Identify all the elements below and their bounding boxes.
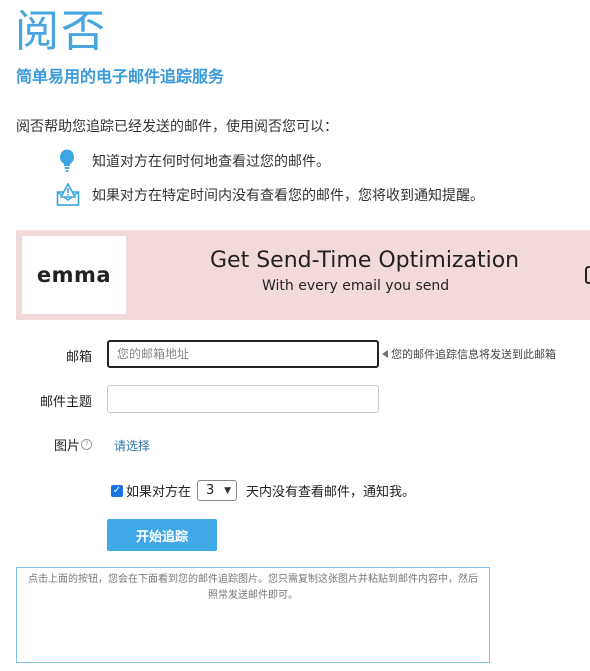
ad-next-icon <box>585 266 590 284</box>
alert-mail-icon <box>56 182 80 207</box>
ad-subline: With every email you send <box>262 278 450 294</box>
help-icon[interactable]: ? <box>81 439 92 450</box>
subject-input[interactable] <box>107 385 379 413</box>
ad-banner[interactable]: emma Get Send-Time Optimization With eve… <box>16 230 590 320</box>
feature-item-notify: 如果对方在特定时间内没有查看您的邮件，您将收到通知提醒。 <box>56 182 484 207</box>
email-label: 邮箱 <box>65 350 92 365</box>
tracking-image-output[interactable] <box>16 567 490 663</box>
email-input[interactable] <box>107 340 379 368</box>
notify-days-value: 3 <box>206 483 215 498</box>
lightbulb-icon <box>56 149 78 173</box>
ad-headline: Get Send-Time Optimization <box>210 248 520 273</box>
subject-label: 邮件主题 <box>39 395 92 410</box>
notify-days-select[interactable]: 3 ▼ <box>197 480 238 501</box>
feature-text: 知道对方在何时何地查看过您的邮件。 <box>92 154 330 170</box>
start-tracking-button[interactable]: 开始追踪 <box>107 519 217 551</box>
chevron-down-icon: ▼ <box>224 485 232 496</box>
site-logo[interactable]: 阅否 <box>15 6 107 58</box>
intro-text: 阅否帮助您追踪已经发送的邮件，使用阅否您可以： <box>16 119 338 135</box>
notify-suffix: 天内没有查看邮件，通知我。 <box>246 485 416 500</box>
notify-checkbox[interactable]: ✓ <box>111 484 123 497</box>
picture-label-text: 图片 <box>53 439 80 454</box>
email-hint: 您的邮件追踪信息将发送到此邮箱 <box>382 346 556 362</box>
picture-label: 图片? <box>16 435 92 454</box>
choose-picture-link[interactable]: 请选择 <box>114 437 150 454</box>
email-hint-text: 您的邮件追踪信息将发送到此邮箱 <box>391 348 556 361</box>
feature-text: 如果对方在特定时间内没有查看您的邮件，您将收到通知提醒。 <box>92 188 484 204</box>
hint-arrow-icon <box>382 350 388 358</box>
notify-prefix: 如果对方在 <box>126 485 192 500</box>
site-tagline: 简单易用的电子邮件追踪服务 <box>16 67 225 86</box>
feature-item-location: 知道对方在何时何地查看过您的邮件。 <box>56 149 330 173</box>
ad-brand-logo: emma <box>22 236 126 314</box>
notify-row: ✓ 如果对方在 3 ▼ 天内没有查看邮件，通知我。 <box>111 480 415 501</box>
